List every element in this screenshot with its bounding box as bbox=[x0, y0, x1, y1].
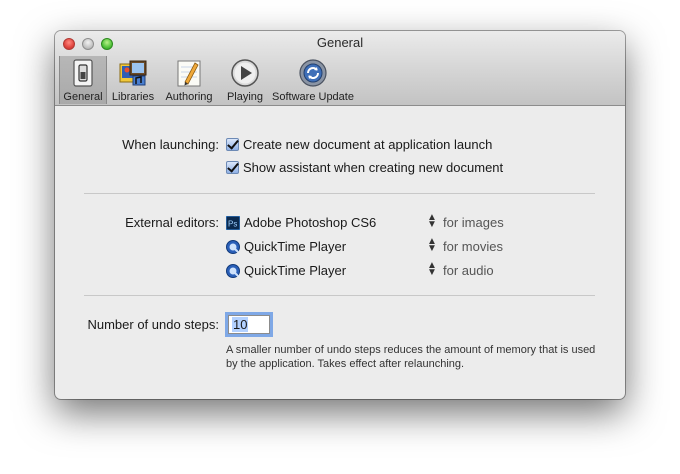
toolbar-libraries[interactable]: Libraries bbox=[109, 56, 157, 104]
quicktime-icon bbox=[226, 240, 240, 254]
when-launching-label: When launching: bbox=[122, 137, 219, 152]
titlebar-toolbar: General General Libraries Authoring Play… bbox=[55, 31, 625, 106]
external-editors-label: External editors: bbox=[125, 215, 219, 230]
toolbar-label: Libraries bbox=[111, 91, 155, 103]
undo-help-text: A smaller number of undo steps reduces t… bbox=[226, 344, 596, 370]
popup-arrows-icon: ▲ ▼ bbox=[427, 236, 437, 254]
separator bbox=[84, 295, 595, 296]
toolbar-label: Playing bbox=[226, 91, 264, 103]
image-editor-purpose: for images bbox=[443, 215, 504, 230]
pencil-icon bbox=[177, 60, 201, 87]
create-new-document-checkbox[interactable] bbox=[226, 138, 239, 151]
toolbar-label: General bbox=[63, 91, 103, 103]
toolbar-authoring[interactable]: Authoring bbox=[159, 56, 219, 104]
undo-steps-label: Number of undo steps: bbox=[87, 317, 219, 332]
popup-arrows-icon: ▲ ▼ bbox=[427, 260, 437, 278]
movie-editor-popup[interactable]: QuickTime Player ▲ ▼ for movies bbox=[226, 236, 526, 258]
toolbar-general[interactable]: General bbox=[59, 56, 107, 104]
popup-arrows-icon: ▲ ▼ bbox=[427, 212, 437, 230]
show-assistant-checkbox[interactable] bbox=[226, 161, 239, 174]
image-editor-name: Adobe Photoshop CS6 bbox=[244, 215, 377, 230]
svg-text:Ps: Ps bbox=[228, 220, 237, 229]
toolbar-software-update[interactable]: Software Update bbox=[269, 56, 357, 104]
photoshop-icon: Ps bbox=[226, 216, 240, 230]
audio-editor-purpose: for audio bbox=[443, 263, 494, 278]
audio-editor-popup[interactable]: QuickTime Player ▲ ▼ for audio bbox=[226, 260, 526, 282]
movie-editor-name: QuickTime Player bbox=[244, 239, 347, 254]
separator bbox=[84, 193, 595, 194]
undo-steps-value: 10 bbox=[232, 317, 249, 332]
toolbar-label: Software Update bbox=[272, 91, 354, 103]
quicktime-icon bbox=[226, 264, 240, 278]
software-update-icon bbox=[299, 59, 327, 87]
create-new-document-label[interactable]: Create new document at application launc… bbox=[243, 137, 492, 152]
toolbar-playing[interactable]: Playing bbox=[223, 56, 267, 104]
toolbar-label: Authoring bbox=[165, 91, 213, 103]
switch-icon bbox=[73, 59, 93, 87]
preferences-window: General General Libraries Authoring Play… bbox=[55, 31, 625, 399]
movie-editor-purpose: for movies bbox=[443, 239, 503, 254]
libraries-icon bbox=[119, 60, 147, 86]
audio-editor-name: QuickTime Player bbox=[244, 263, 347, 278]
window-title: General bbox=[316, 35, 364, 50]
undo-steps-field[interactable]: 10 bbox=[228, 315, 270, 334]
image-editor-popup[interactable]: Ps Adobe Photoshop CS6 ▲ ▼ for images bbox=[226, 212, 526, 234]
show-assistant-label[interactable]: Show assistant when creating new documen… bbox=[243, 160, 503, 175]
play-icon bbox=[231, 59, 259, 87]
